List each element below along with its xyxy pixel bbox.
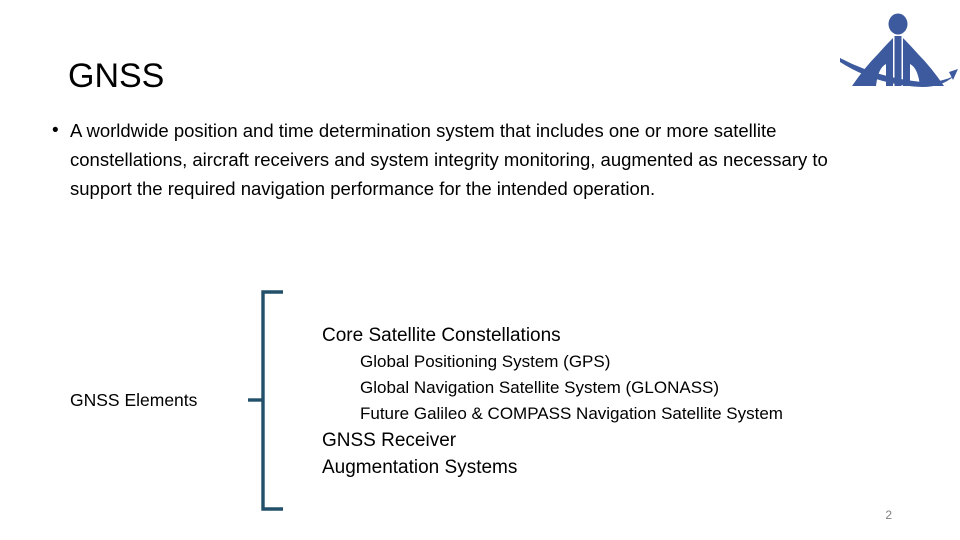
- list-item: Global Positioning System (GPS): [360, 352, 611, 371]
- page-number: 2: [885, 508, 892, 522]
- bullet-item: • A worldwide position and time determin…: [48, 116, 868, 203]
- bullet-marker-icon: •: [52, 120, 59, 141]
- list-item: GNSS Receiver: [322, 430, 457, 451]
- body-text-block: • A worldwide position and time determin…: [48, 116, 868, 203]
- curly-brace-icon: [238, 285, 290, 517]
- list-item: Global Navigation Satellite System (GLON…: [360, 378, 720, 397]
- aviation-authority-logo-icon: [836, 6, 960, 98]
- page-title: GNSS: [68, 57, 165, 95]
- gnss-elements-list: Core Satellite Constellations Global Pos…: [322, 322, 882, 481]
- slide: GNSS • A worldwide position and time det…: [0, 0, 960, 540]
- logo-svg: [840, 13, 958, 87]
- list-item: Future Galileo & COMPASS Navigation Sate…: [360, 404, 783, 423]
- list-item: Core Satellite Constellations: [322, 325, 561, 346]
- brace-label: GNSS Elements: [70, 390, 198, 410]
- list-item: Augmentation Systems: [322, 457, 518, 478]
- bullet-item-text: A worldwide position and time determinat…: [70, 120, 828, 199]
- brace-svg: [248, 290, 283, 511]
